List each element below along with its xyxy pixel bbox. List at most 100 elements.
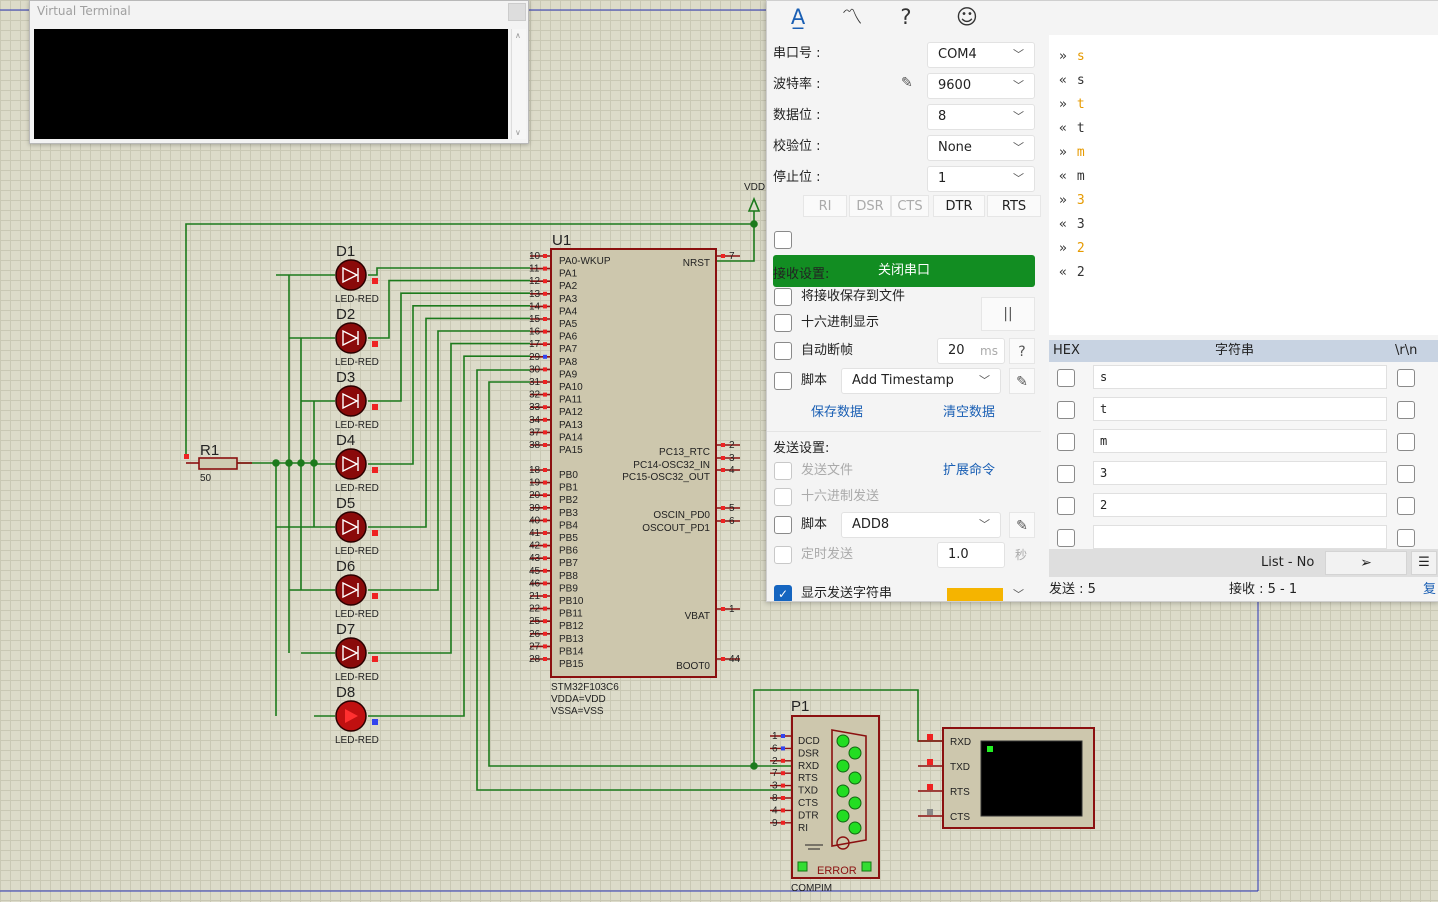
row-hex-checkbox[interactable]: [1057, 497, 1075, 515]
row-crlf-checkbox[interactable]: [1397, 529, 1415, 547]
wire: [368, 355, 530, 717]
extend-command-link[interactable]: 扩展命令: [943, 461, 995, 481]
font-style-icon[interactable]: A̲: [783, 3, 813, 31]
led-d4[interactable]: D4 LED-RED: [335, 432, 379, 494]
auto-frame-help-button[interactable]: ?: [1009, 338, 1035, 364]
send-list-grid[interactable]: HEX 字符串 \r\n stm 3 2: [1049, 340, 1438, 550]
terminal-scrollbar[interactable]: ∧ ∨: [511, 29, 526, 139]
row-crlf-checkbox[interactable]: [1397, 433, 1415, 451]
recv-script-edit-icon[interactable]: ✎: [1009, 368, 1035, 394]
recv-script-select[interactable]: Add Timestamp ﹀: [841, 368, 1001, 394]
receive-terminal[interactable]: » s «s» t «t» m «m» 3 «3» 2 «2: [1049, 35, 1438, 335]
flow-control-checkbox[interactable]: [774, 231, 792, 249]
send-color-swatch[interactable]: [947, 588, 1003, 601]
list-view-icon[interactable]: ☰: [1411, 551, 1437, 575]
timed-send-checkbox[interactable]: [774, 546, 792, 564]
row-string-input[interactable]: 2: [1093, 493, 1387, 517]
save-data-link[interactable]: 保存数据: [811, 403, 863, 423]
led-d8[interactable]: D8 LED-RED: [335, 684, 379, 746]
row-crlf-checkbox[interactable]: [1397, 401, 1415, 419]
clear-data-link[interactable]: 清空数据: [943, 403, 995, 423]
recv-script-label: 脚本: [801, 373, 828, 388]
hex-send-checkbox[interactable]: [774, 488, 792, 506]
junction: [750, 762, 758, 770]
row-crlf-checkbox[interactable]: [1397, 465, 1415, 483]
list-mode-label[interactable]: List - No: [1261, 555, 1314, 570]
row-string-input[interactable]: t: [1093, 397, 1387, 421]
mcu-u1[interactable]: U1 STM32F103C6 VDDA=VDD VSSA=VSS 10 PA0-W…: [529, 232, 741, 717]
setting-select[interactable]: 8 ﹀: [927, 104, 1035, 130]
mcu-pin-number: 17: [529, 339, 541, 350]
led-d6[interactable]: D6 LED-RED: [335, 558, 379, 620]
mcu-pin-name: PB9: [559, 583, 578, 594]
led-d2[interactable]: D2 LED-RED: [335, 306, 379, 368]
pause-button[interactable]: ||: [981, 297, 1035, 331]
mcu-prop-vssa: VSSA=VSS: [551, 706, 604, 717]
terminal-screen[interactable]: [34, 29, 508, 139]
row-hex-checkbox[interactable]: [1057, 369, 1075, 387]
show-send-checkbox[interactable]: ✓: [774, 585, 792, 601]
compim-p1[interactable]: P1 COMPIM ERROR 1 DCD 6 DSR 2 RXD 7 RTS 3 TXD 8 CTS…: [770, 698, 880, 894]
led-type: LED-RED: [335, 420, 379, 431]
setting-label: 串口号 :: [773, 46, 821, 61]
row-string-input[interactable]: s: [1093, 365, 1387, 389]
virtual-terminal-component[interactable]: RXD TXD RTS CTS: [918, 727, 1095, 829]
setting-select[interactable]: 1 ﹀: [927, 166, 1035, 192]
scroll-down-icon[interactable]: ∨: [515, 128, 521, 137]
auto-frame-unit: ms: [980, 344, 998, 358]
row-string-input[interactable]: m: [1093, 429, 1387, 453]
compim-pin-number: 4: [772, 805, 778, 816]
row-string-input[interactable]: [1093, 525, 1387, 549]
terminal-line: «t: [1059, 117, 1085, 141]
pin-marker: [721, 607, 725, 611]
row-hex-checkbox[interactable]: [1057, 529, 1075, 547]
mcu-pin-number: 2: [729, 440, 735, 451]
scroll-up-icon[interactable]: ∧: [515, 31, 521, 40]
mcu-pin-number: 13: [529, 289, 541, 300]
save-to-file-checkbox[interactable]: [774, 288, 792, 306]
signal-dsr-button[interactable]: DSR: [849, 195, 891, 217]
setting-select[interactable]: COM4 ﹀: [927, 42, 1035, 68]
led-d5[interactable]: D5 LED-RED: [335, 495, 379, 557]
send-arrow-icon[interactable]: ➢: [1325, 551, 1407, 575]
waveform-icon[interactable]: 〽: [837, 3, 867, 31]
pin-marker: [927, 809, 933, 815]
row-crlf-checkbox[interactable]: [1397, 497, 1415, 515]
send-script-edit-icon[interactable]: ✎: [1009, 512, 1035, 538]
row-hex-checkbox[interactable]: [1057, 401, 1075, 419]
smiley-icon[interactable]: ☺: [952, 3, 982, 31]
baud-edit-icon[interactable]: ✎: [901, 75, 913, 91]
row-hex-checkbox[interactable]: [1057, 465, 1075, 483]
pin-marker: [543, 644, 547, 649]
led-d7[interactable]: D7 LED-RED: [335, 621, 379, 683]
pin-marker: [927, 759, 933, 765]
led-d3[interactable]: D3 LED-RED: [335, 369, 379, 431]
signal-rts-button[interactable]: RTS: [987, 195, 1041, 217]
virtual-terminal-window[interactable]: Virtual Terminal ∧ ∨: [29, 0, 529, 144]
row-string-input[interactable]: 3: [1093, 461, 1387, 485]
copy-link[interactable]: 复: [1423, 579, 1436, 601]
vdd-terminal[interactable]: VDD: [744, 182, 765, 212]
send-script-checkbox[interactable]: [774, 516, 792, 534]
row-hex-checkbox[interactable]: [1057, 433, 1075, 451]
led-ref: D7: [336, 621, 355, 638]
setting-select[interactable]: 9600 ﹀: [927, 73, 1035, 99]
led-d1[interactable]: D1 LED-RED: [335, 243, 379, 305]
serial-tool-window[interactable]: A̲ 〽 ? ☺ 串口号 : COM4 ﹀ 波特率 :9600 ﹀ 数据位 :8 ﹀ 校验位 …: [766, 0, 1438, 602]
row-crlf-checkbox[interactable]: [1397, 369, 1415, 387]
signal-cts-button[interactable]: CTS: [891, 195, 929, 217]
resistor-r1[interactable]: R1 50: [184, 442, 252, 484]
setting-select[interactable]: None ﹀: [927, 135, 1035, 161]
send-script-select[interactable]: ADD8 ﹀: [841, 512, 1001, 538]
auto-frame-checkbox[interactable]: [774, 342, 792, 360]
timed-send-input[interactable]: 1.0: [937, 542, 1005, 568]
signal-dtr-button[interactable]: DTR: [933, 195, 985, 217]
recv-script-checkbox[interactable]: [774, 372, 792, 390]
signal-ri-button[interactable]: RI: [803, 195, 847, 217]
hex-display-checkbox[interactable]: [774, 314, 792, 332]
chevron-down-icon[interactable]: ﹀: [1013, 586, 1024, 601]
help-icon[interactable]: ?: [891, 3, 921, 31]
junction: [297, 459, 305, 467]
send-file-checkbox[interactable]: [774, 462, 792, 480]
close-icon[interactable]: [508, 3, 526, 21]
